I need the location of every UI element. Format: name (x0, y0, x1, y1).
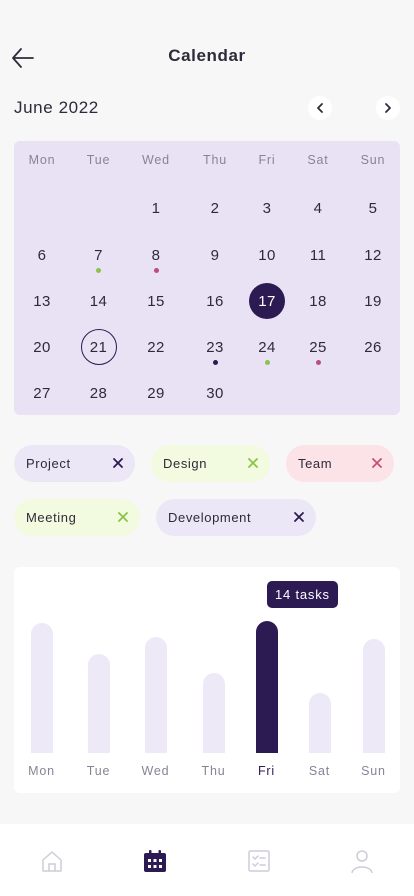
calendar-day[interactable]: 20 (24, 329, 60, 365)
weekday-label: Thu (203, 153, 227, 167)
bar-label-sat: Sat (308, 764, 331, 778)
calendar-day[interactable]: 17 (249, 283, 285, 319)
bar-label-mon: Mon (28, 764, 55, 778)
calendar-day[interactable]: 16 (197, 283, 233, 319)
calendar-day[interactable]: 23 (197, 329, 233, 365)
filter-chip-project[interactable]: Project (14, 445, 135, 482)
header: Calendar (0, 0, 414, 110)
filter-chip-development[interactable]: Development (156, 499, 316, 536)
filter-chip-label: Development (168, 510, 252, 525)
filter-chip-label: Meeting (26, 510, 77, 525)
bar-label-fri: Fri (258, 764, 275, 778)
bar-mon[interactable] (30, 622, 53, 753)
bar-tue[interactable] (87, 654, 110, 753)
calendar-day[interactable]: 11 (300, 237, 336, 273)
filter-chip-label: Project (26, 456, 71, 471)
event-dot (264, 360, 270, 365)
event-dot (96, 268, 101, 273)
prev-month-button[interactable] (308, 96, 332, 120)
bar-label-tue: Tue (86, 764, 111, 778)
nav-item-home[interactable] (37, 846, 67, 876)
filter-chip-label: Team (298, 456, 333, 471)
filter-chip-team[interactable]: Team (286, 445, 394, 482)
bar-fri[interactable] (255, 621, 278, 753)
weekly-tasks-chart: 14 tasks Mon Tue Wed Thu Fri Sat Sun (14, 567, 400, 793)
calendar-day[interactable]: 19 (355, 283, 391, 319)
filter-chip-label: Design (163, 456, 208, 471)
calendar-day[interactable]: 14 (81, 283, 117, 319)
calendar-day[interactable]: 10 (249, 237, 285, 273)
calendar-day[interactable]: 18 (300, 283, 336, 319)
calendar-day[interactable]: 7 (81, 237, 117, 273)
bottom-nav (0, 824, 414, 896)
close-icon[interactable] (116, 510, 130, 524)
calendar-day[interactable]: 3 (249, 190, 285, 226)
tasks-icon (248, 850, 270, 872)
close-icon[interactable] (370, 456, 384, 470)
tasks-tooltip: 14 tasks (267, 581, 338, 608)
calendar-day[interactable]: 29 (138, 375, 174, 411)
weekday-label: Mon (28, 153, 56, 167)
home-icon (42, 851, 62, 872)
bar-thu[interactable] (202, 673, 225, 753)
weekday-label: Sat (307, 153, 329, 167)
weekday-label: Sun (360, 153, 386, 167)
calendar-day[interactable]: 28 (81, 375, 117, 411)
calendar-day[interactable]: 1 (138, 190, 174, 226)
bar-sun[interactable] (362, 638, 385, 753)
event-dot (153, 268, 159, 273)
calendar-day[interactable]: 9 (197, 237, 233, 273)
filter-chip-design[interactable]: Design (151, 445, 270, 482)
bar-label-sun: Sun (361, 764, 386, 778)
weekday-label: Fri (258, 153, 276, 167)
chevron-right-icon (385, 103, 391, 113)
calendar-day[interactable]: 21 (80, 329, 117, 365)
close-icon[interactable] (111, 456, 125, 470)
weekday-label: Wed (142, 153, 170, 167)
month-label: June 2022 (14, 98, 99, 117)
page-title: Calendar (168, 46, 246, 65)
nav-item-calendar[interactable] (140, 846, 170, 876)
calendar-grid: Mon Tue Wed Thu Fri Sat Sun 1 2 3 4 5 6 7 8 9 10 11 12 13 14… (14, 141, 400, 415)
chevron-left-icon (317, 103, 323, 113)
nav-item-profile[interactable] (347, 846, 377, 876)
profile-icon (351, 850, 373, 874)
event-dot (315, 360, 321, 365)
event-dot (212, 360, 218, 365)
bar-sat[interactable] (308, 692, 331, 753)
bar-wed[interactable] (144, 636, 167, 753)
calendar-day[interactable]: 6 (24, 237, 60, 273)
bar-label-thu: Thu (201, 764, 226, 778)
calendar-day[interactable]: 15 (138, 283, 174, 319)
calendar-day[interactable]: 13 (24, 283, 60, 319)
calendar-day[interactable]: 12 (355, 237, 391, 273)
calendar-day[interactable]: 8 (138, 237, 174, 273)
close-icon[interactable] (292, 510, 306, 524)
nav-item-tasks[interactable] (244, 846, 274, 876)
calendar-day[interactable]: 25 (300, 329, 336, 365)
calendar-day[interactable]: 4 (300, 190, 336, 226)
calendar-day[interactable]: 5 (355, 190, 391, 226)
bar-label-wed: Wed (141, 764, 170, 778)
filter-chip-meeting[interactable]: Meeting (14, 499, 140, 536)
calendar-day[interactable]: 27 (24, 375, 60, 411)
calendar-day[interactable]: 24 (249, 329, 285, 365)
weekday-label: Tue (86, 153, 111, 167)
calendar-day[interactable]: 30 (197, 375, 233, 411)
close-icon[interactable] (246, 456, 260, 470)
calendar-day[interactable]: 2 (197, 190, 233, 226)
calendar-day[interactable]: 26 (355, 329, 391, 365)
calendar-icon (144, 850, 166, 872)
next-month-button[interactable] (376, 96, 400, 120)
calendar-day[interactable]: 22 (138, 329, 174, 365)
